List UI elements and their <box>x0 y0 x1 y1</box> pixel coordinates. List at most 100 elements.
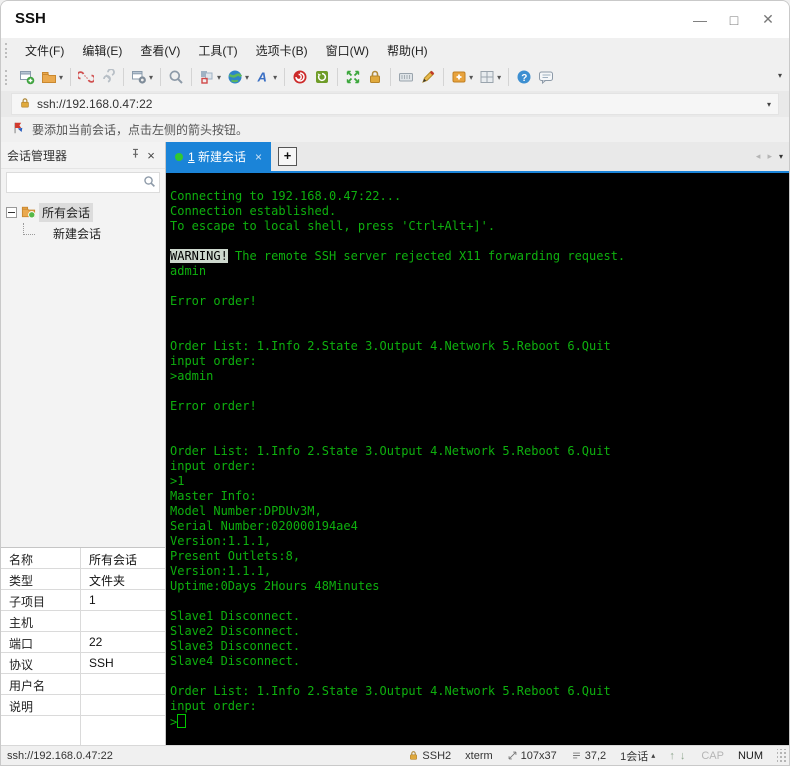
property-row[interactable]: 用户名 <box>1 674 165 695</box>
dropdown-arrow-icon[interactable]: ▾ <box>273 73 277 82</box>
close-button[interactable]: ✕ <box>751 11 785 28</box>
menu-item[interactable]: 文件(F) <box>16 39 73 62</box>
terminal-line: WARNING! The remote SSH server rejected … <box>170 249 626 263</box>
terminal-line: >1 <box>170 474 185 488</box>
compose-button[interactable]: ▾ <box>196 66 224 88</box>
lines-icon <box>571 750 582 761</box>
compose-icon <box>199 69 215 85</box>
xshell-window: SSH — □ ✕ 文件(F) 编辑(E) 查看(V) 工具(T) 选项卡(B) 窗口(W… <box>0 0 790 766</box>
virtual-keyboard-button[interactable] <box>395 66 417 88</box>
find-button[interactable] <box>165 66 187 88</box>
property-value: 所有会话 <box>89 553 138 567</box>
tree-item-new-session[interactable]: 新建会话 <box>1 222 165 244</box>
terminal-line: > <box>170 714 789 729</box>
property-row[interactable]: 协议 SSH <box>1 653 165 674</box>
session-properties-button[interactable]: ▾ <box>128 66 156 88</box>
terminal-line: input order: <box>170 699 257 713</box>
tree-item-all-sessions[interactable]: 所有会话 <box>1 202 165 223</box>
tab-close-icon[interactable]: × <box>255 150 262 164</box>
help-button[interactable]: ? <box>513 66 535 88</box>
toolbar-separator <box>443 68 445 86</box>
lock-screen-button[interactable] <box>364 66 386 88</box>
status-session-count[interactable]: 1会话 ▴ <box>620 748 655 764</box>
tree-connector <box>23 222 35 235</box>
session-manager-panel: 会话管理器 × 所有会话 新建会话 名称 所有会话 类型 文件夹 子项目 1 主机 端口 22 协… <box>1 142 166 745</box>
menu-item[interactable]: 窗口(W) <box>317 39 378 62</box>
address-lock-icon <box>19 97 31 112</box>
open-folder-button[interactable]: ▾ <box>38 66 66 88</box>
dropdown-arrow-icon[interactable]: ▾ <box>217 73 221 82</box>
fullscreen-button[interactable] <box>342 66 364 88</box>
terminal-line: >admin <box>170 369 214 383</box>
minimize-button[interactable]: — <box>683 12 717 28</box>
tree-collapse-icon[interactable] <box>6 207 17 218</box>
property-row[interactable]: 主机 <box>1 611 165 632</box>
session-list-dropdown-icon[interactable]: ▴ <box>651 751 655 760</box>
menu-item[interactable]: 选项卡(B) <box>247 39 317 62</box>
property-row[interactable]: 说明 <box>1 695 165 716</box>
notice-bar: 要添加当前会话，点击左侧的箭头按钮。 <box>1 117 789 142</box>
reconnect-button[interactable] <box>97 66 119 88</box>
message-button[interactable] <box>535 66 557 88</box>
tab-list-dropdown-icon[interactable]: ▾ <box>779 152 783 161</box>
web-button[interactable]: ▾ <box>224 66 252 88</box>
pin-icon[interactable] <box>127 147 143 163</box>
num-lock-indicator: NUM <box>737 749 763 762</box>
highlighter-button[interactable] <box>417 66 439 88</box>
update-button[interactable] <box>311 66 333 88</box>
session-search-input[interactable] <box>6 172 160 193</box>
terminal-screen[interactable]: Connecting to 192.168.0.47:22... Connecti… <box>166 173 789 745</box>
menu-item[interactable]: 查看(V) <box>131 39 189 62</box>
dropdown-arrow-icon[interactable]: ▾ <box>149 73 153 82</box>
panel-close-icon[interactable]: × <box>143 148 159 163</box>
toolbar-grip-icon[interactable] <box>5 69 9 85</box>
folder-icon <box>21 204 36 222</box>
session-properties-table: 名称 所有会话 类型 文件夹 子项目 1 主机 端口 22 协议 SSH 用户名 说明 <box>1 547 165 745</box>
property-row[interactable]: 端口 22 <box>1 632 165 653</box>
tab-new-session[interactable]: 1 新建会话 × <box>166 142 272 171</box>
fullscreen-icon <box>345 69 361 85</box>
menu-item[interactable]: 帮助(H) <box>378 39 437 62</box>
tab-label: 新建会话 <box>198 150 247 164</box>
new-tab-button[interactable]: + <box>278 147 298 166</box>
tab-next-icon[interactable]: ▸ <box>767 151 772 162</box>
tab-prev-icon[interactable]: ◂ <box>756 151 761 162</box>
window-title: SSH <box>15 10 46 27</box>
menu-item[interactable]: 工具(T) <box>189 39 246 62</box>
maximize-button[interactable]: □ <box>717 12 751 28</box>
message-icon <box>538 69 554 85</box>
disconnect-button[interactable] <box>75 66 97 88</box>
scroll-arrows[interactable]: ↑ ↓ <box>669 750 687 762</box>
xagent-button[interactable] <box>289 66 311 88</box>
terminal-line: Slave3 Disconnect. <box>170 639 301 653</box>
property-label: 类型 <box>1 569 81 589</box>
property-row[interactable]: 类型 文件夹 <box>1 569 165 590</box>
menu-item[interactable]: 编辑(E) <box>73 39 131 62</box>
toolbar-separator <box>337 68 339 86</box>
lock-screen-icon <box>367 69 383 85</box>
property-label: 主机 <box>1 611 81 631</box>
session-manager-header: 会话管理器 × <box>1 142 165 169</box>
toolbar-overflow-icon[interactable]: ▾ <box>778 71 782 80</box>
property-row[interactable]: 名称 所有会话 <box>1 548 165 569</box>
property-row[interactable]: 子项目 1 <box>1 590 165 611</box>
address-dropdown-icon[interactable]: ▾ <box>767 100 771 109</box>
titlebar[interactable]: SSH — □ ✕ <box>1 1 789 38</box>
layout-button[interactable]: ▾ <box>476 66 504 88</box>
address-input[interactable]: ssh://192.168.0.47:22 ▾ <box>11 93 779 115</box>
resize-grip[interactable] <box>777 748 787 763</box>
new-file-button[interactable]: ▾ <box>448 66 476 88</box>
dropdown-arrow-icon[interactable]: ▾ <box>245 73 249 82</box>
flag-icon[interactable] <box>12 121 26 138</box>
font-button[interactable]: A ▾ <box>252 66 280 88</box>
menubar-grip-icon[interactable] <box>5 43 9 58</box>
terminal-line: Present Outlets:8, <box>170 549 301 563</box>
dropdown-arrow-icon[interactable]: ▾ <box>469 73 473 82</box>
terminal-line: Master Info: <box>170 489 257 503</box>
dropdown-arrow-icon[interactable]: ▾ <box>59 73 63 82</box>
new-session-button[interactable] <box>16 66 38 88</box>
dropdown-arrow-icon[interactable]: ▾ <box>497 73 501 82</box>
help-icon: ? <box>516 69 532 85</box>
